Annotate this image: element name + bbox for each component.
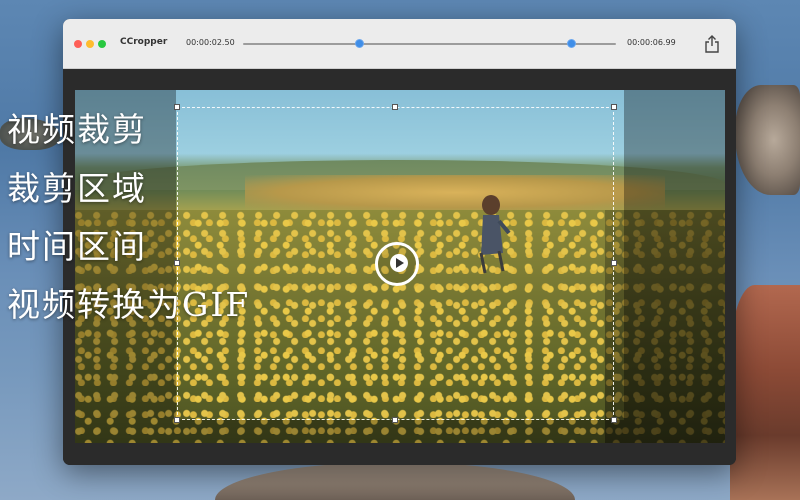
close-window-button[interactable] [74, 40, 82, 48]
title-bar: CCropper 00:00:02.50 00:00:06.99 [63, 19, 736, 69]
trim-start-handle[interactable] [355, 39, 364, 48]
caption-video-to-gif: 视频转换为GIF [7, 285, 251, 324]
start-time-label: 00:00:02.50 [186, 38, 235, 47]
end-time-label: 00:00:06.99 [627, 38, 676, 47]
wallpaper-cliff [730, 285, 800, 500]
crop-handle-left[interactable] [174, 260, 180, 266]
minimize-window-button[interactable] [86, 40, 94, 48]
trim-end-handle[interactable] [567, 39, 576, 48]
app-title: CCropper [120, 37, 168, 47]
caption-time-range: 时间区间 [7, 227, 147, 266]
timeline-track[interactable] [243, 43, 616, 45]
crop-handle-bottom-right[interactable] [611, 417, 617, 423]
caption-video-crop: 视频裁剪 [7, 110, 147, 149]
caption-crop-region: 裁剪区域 [7, 169, 147, 208]
crop-handle-top-right[interactable] [611, 104, 617, 110]
video-canvas [63, 69, 736, 465]
maximize-window-button[interactable] [98, 40, 106, 48]
crop-handle-bottom[interactable] [392, 417, 398, 423]
share-icon[interactable] [704, 35, 720, 53]
crop-handle-bottom-left[interactable] [174, 417, 180, 423]
crop-handle-top-left[interactable] [174, 104, 180, 110]
wallpaper-rock-bottom [215, 462, 575, 500]
crop-handle-top[interactable] [392, 104, 398, 110]
play-icon [390, 254, 408, 272]
crop-handle-right[interactable] [611, 260, 617, 266]
play-button[interactable] [375, 242, 419, 286]
wallpaper-rock-right [735, 85, 800, 195]
app-window: CCropper 00:00:02.50 00:00:06.99 [63, 19, 736, 465]
